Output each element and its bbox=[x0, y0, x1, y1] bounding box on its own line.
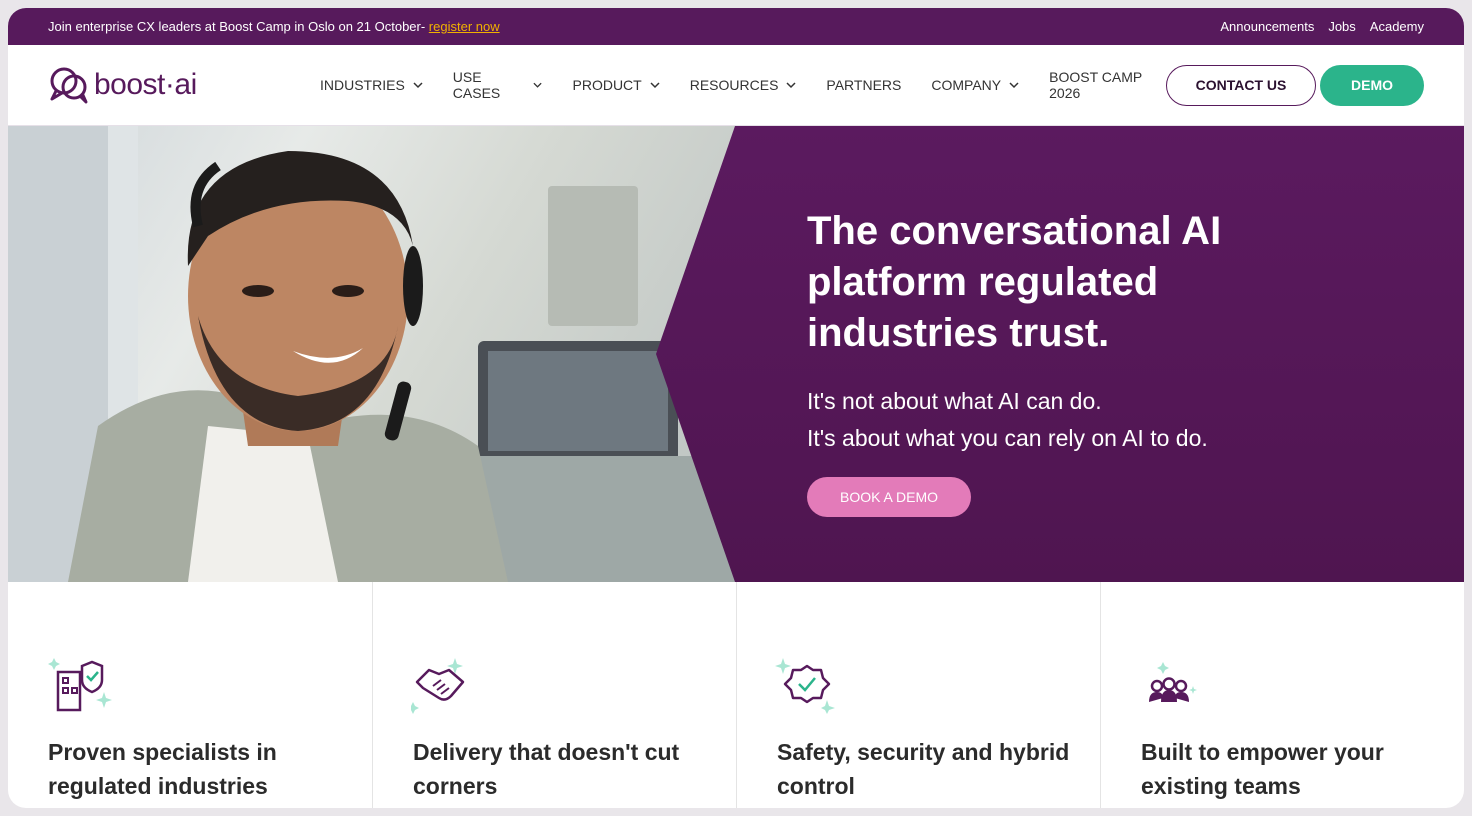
handshake-icon bbox=[411, 658, 465, 714]
browser-page: Join enterprise CX leaders at Boost Camp… bbox=[8, 8, 1464, 808]
announcements-link[interactable]: Announcements bbox=[1220, 19, 1314, 34]
nav-item-label: INDUSTRIES bbox=[320, 77, 405, 93]
hero-section: The conversational AI platform regulated… bbox=[8, 126, 1464, 582]
hero-content: The conversational AI platform regulated… bbox=[807, 206, 1327, 517]
feature-card: Safety, security and hybrid control bbox=[736, 582, 1100, 808]
nav-item-resources[interactable]: RESOURCES bbox=[690, 77, 797, 93]
nav-item-label: PRODUCT bbox=[572, 77, 642, 93]
nav-item-label: PARTNERS bbox=[826, 77, 902, 93]
book-demo-button[interactable]: BOOK A DEMO bbox=[807, 477, 971, 517]
hero-subtitle-line-1: It's not about what AI can do. bbox=[807, 388, 1102, 414]
logo-wordmark: boost·ai bbox=[94, 68, 197, 101]
nav-item-use-cases[interactable]: USE CASES bbox=[453, 69, 543, 101]
badge-check-icon bbox=[775, 658, 835, 714]
chevron-down-icon bbox=[1009, 82, 1019, 89]
team-icon bbox=[1149, 662, 1197, 702]
nav-item-label: COMPANY bbox=[931, 77, 1002, 93]
utility-links: Announcements Jobs Academy bbox=[1220, 19, 1424, 34]
feature-title: Delivery that doesn't cut corners bbox=[413, 739, 680, 799]
logo-chat-bubbles-icon bbox=[50, 67, 88, 104]
feature-title: Built to empower your existing teams bbox=[1141, 739, 1384, 799]
demo-button[interactable]: DEMO bbox=[1320, 64, 1424, 106]
hero-subtitle: It's not about what AI can do. It's abou… bbox=[807, 383, 1327, 457]
announcement-text: Join enterprise CX leaders at Boost Camp… bbox=[48, 19, 429, 34]
announcement-bar: Join enterprise CX leaders at Boost Camp… bbox=[8, 8, 1464, 45]
nav-menu: INDUSTRIES USE CASES PRODUCT RESOURCES P… bbox=[320, 69, 1166, 101]
feature-title: Safety, security and hybrid control bbox=[777, 739, 1070, 799]
jobs-link[interactable]: Jobs bbox=[1328, 19, 1355, 34]
hero-photo-illustration bbox=[8, 126, 748, 582]
hero-title: The conversational AI platform regulated… bbox=[807, 209, 1222, 355]
academy-link[interactable]: Academy bbox=[1370, 19, 1424, 34]
feature-card: Proven specialists in regulated industri… bbox=[8, 582, 372, 808]
nav-item-boost-camp[interactable]: BOOST CAMP 2026 bbox=[1049, 69, 1166, 101]
logo[interactable]: boost·ai bbox=[48, 65, 320, 105]
nav-item-label: RESOURCES bbox=[689, 77, 779, 93]
feature-card: Built to empower your existing teams bbox=[1100, 582, 1464, 808]
building-shield-icon bbox=[48, 658, 112, 712]
announcement-message: Join enterprise CX leaders at Boost Camp… bbox=[48, 19, 500, 34]
chevron-down-icon bbox=[413, 82, 423, 89]
register-now-link[interactable]: register now bbox=[429, 19, 500, 34]
hero-photo bbox=[8, 126, 748, 582]
nav-item-product[interactable]: PRODUCT bbox=[573, 77, 660, 93]
chevron-down-icon bbox=[650, 82, 660, 89]
nav-item-label: BOOST CAMP 2026 bbox=[1049, 69, 1142, 101]
chevron-down-icon bbox=[786, 82, 796, 89]
hero-subtitle-line-2: It's about what you can rely on AI to do… bbox=[807, 425, 1208, 451]
nav-item-label: USE CASES bbox=[452, 69, 501, 101]
main-nav: boost·ai INDUSTRIES USE CASES PRODUCT RE… bbox=[8, 45, 1464, 126]
nav-item-industries[interactable]: INDUSTRIES bbox=[320, 77, 423, 93]
feature-list: Proven specialists in regulated industri… bbox=[8, 582, 1464, 808]
nav-item-partners[interactable]: PARTNERS bbox=[826, 77, 901, 93]
contact-us-button[interactable]: CONTACT US bbox=[1166, 64, 1316, 106]
feature-card: Delivery that doesn't cut corners bbox=[372, 582, 736, 808]
feature-title: Proven specialists in regulated industri… bbox=[48, 739, 277, 799]
nav-item-company[interactable]: COMPANY bbox=[931, 77, 1019, 93]
chevron-down-icon bbox=[533, 82, 543, 88]
